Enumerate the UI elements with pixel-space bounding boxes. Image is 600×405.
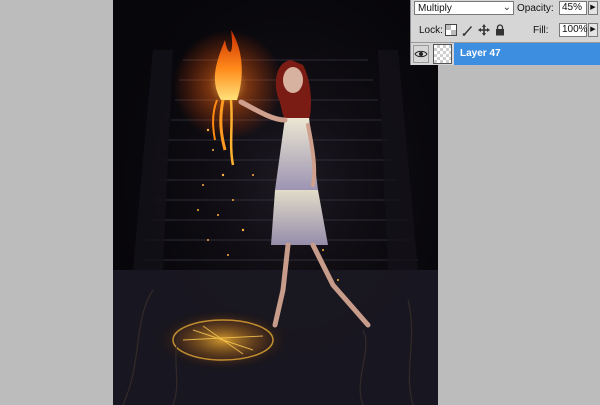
lock-fill-row: Lock: Fill: 100% ▶ <box>411 21 600 39</box>
opacity-label: Opacity: <box>517 3 554 14</box>
layer-thumbnail[interactable] <box>433 44 452 64</box>
layer-row[interactable]: Layer 47 <box>411 42 600 65</box>
blend-opacity-row: Multiply ⌄ Opacity: 45% ▶ <box>411 0 600 18</box>
lock-label: Lock: <box>419 25 443 36</box>
lock-pixels-icon[interactable] <box>462 24 474 36</box>
fill-slider-arrow-icon[interactable]: ▶ <box>588 23 598 37</box>
blend-mode-value: Multiply <box>418 3 452 14</box>
layers-panel: Multiply ⌄ Opacity: 45% ▶ Lock: Fill: 10… <box>410 0 600 65</box>
layer-name-selected[interactable]: Layer 47 <box>454 43 600 65</box>
blend-mode-select[interactable]: Multiply ⌄ <box>414 1 514 15</box>
fill-label: Fill: <box>533 25 549 36</box>
layer-name: Layer 47 <box>460 48 501 59</box>
lock-position-icon[interactable] <box>478 24 490 36</box>
artwork-image <box>113 0 438 405</box>
visibility-toggle[interactable] <box>413 45 429 63</box>
lock-all-icon[interactable] <box>494 24 506 36</box>
chevron-down-icon: ⌄ <box>502 2 511 13</box>
opacity-slider-arrow-icon[interactable]: ▶ <box>588 1 598 15</box>
opacity-input[interactable]: 45% <box>559 1 587 15</box>
eye-icon <box>414 50 428 58</box>
fill-input[interactable]: 100% <box>559 23 588 37</box>
document-canvas[interactable] <box>113 0 438 405</box>
lock-transparent-icon[interactable] <box>445 24 457 36</box>
